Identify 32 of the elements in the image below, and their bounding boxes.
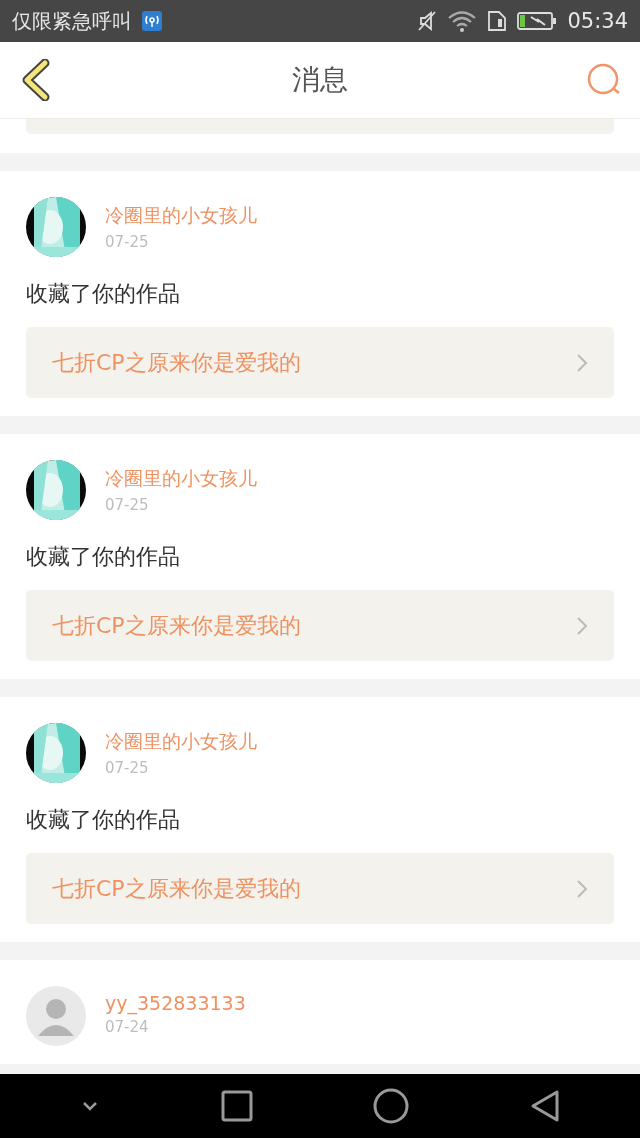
carrier-text: 仅限紧急呼叫 bbox=[12, 7, 132, 35]
message-text: 收藏了你的作品 bbox=[26, 280, 181, 308]
sim-card-icon bbox=[487, 10, 508, 32]
back-nav-button[interactable] bbox=[529, 1089, 560, 1123]
work-link[interactable]: 七折CP之原来你是爱我的 bbox=[26, 853, 614, 924]
work-title: 七折CP之原来你是爱我的 bbox=[52, 611, 301, 640]
work-title: 七折CP之原来你是爱我的 bbox=[52, 874, 301, 903]
mute-icon bbox=[417, 10, 438, 32]
message-text: 收藏了你的作品 bbox=[26, 806, 181, 834]
wifi-icon bbox=[447, 10, 478, 32]
user-name[interactable]: 冷圈里的小女孩儿 bbox=[105, 203, 257, 229]
message-date: 07-24 bbox=[105, 1018, 150, 1036]
user-name[interactable]: 冷圈里的小女孩儿 bbox=[105, 466, 257, 492]
message-date: 07-25 bbox=[105, 233, 150, 251]
work-title: 七折CP之原来你是爱我的 bbox=[52, 348, 301, 377]
recents-button[interactable] bbox=[220, 1090, 253, 1122]
chevron-right-icon bbox=[576, 352, 588, 373]
chevron-right-icon bbox=[576, 878, 588, 899]
battery-charging-icon bbox=[517, 11, 558, 31]
wifi-calling-icon bbox=[142, 11, 162, 31]
home-button[interactable] bbox=[373, 1088, 410, 1124]
message-text: 收藏了你的作品 bbox=[26, 543, 181, 571]
user-name[interactable]: 冷圈里的小女孩儿 bbox=[105, 729, 257, 755]
work-link[interactable]: 七折CP之原来你是爱我的 bbox=[26, 590, 614, 661]
avatar-icon bbox=[26, 986, 86, 1046]
page-title: 消息 bbox=[292, 62, 348, 98]
work-link[interactable]: 七折CP之原来你是爱我的 bbox=[26, 327, 614, 398]
message-date: 07-25 bbox=[105, 496, 150, 514]
user-name[interactable]: yy_352833133 bbox=[105, 992, 246, 1014]
message-date: 07-25 bbox=[105, 759, 150, 777]
chevron-right-icon bbox=[576, 615, 588, 636]
clock-text: 05:34 bbox=[567, 9, 628, 33]
